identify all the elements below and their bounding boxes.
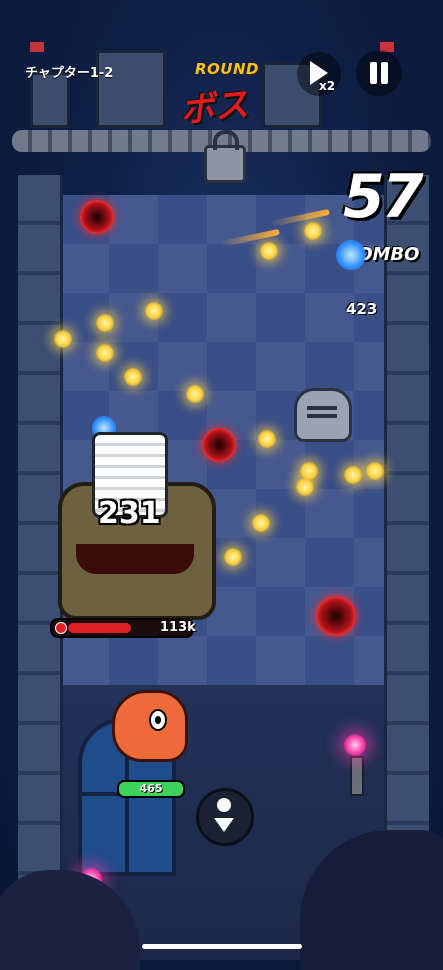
blue-spirit-flame bbox=[336, 240, 366, 270]
ball bbox=[366, 462, 384, 480]
boss-health-bar: 113k bbox=[50, 618, 196, 638]
boss-mouth bbox=[76, 544, 194, 574]
ball-dot-icon bbox=[217, 798, 231, 812]
home-indicator[interactable] bbox=[142, 944, 302, 949]
player-health-bar: 465 bbox=[117, 780, 185, 798]
ball bbox=[96, 314, 114, 332]
boss-health-icon bbox=[55, 622, 67, 634]
ball bbox=[186, 385, 204, 403]
enemy-fireball bbox=[316, 596, 356, 636]
ball bbox=[252, 514, 270, 532]
enemy-fireball bbox=[80, 200, 114, 234]
castle-flag bbox=[30, 42, 44, 52]
ball bbox=[258, 430, 276, 448]
launch-button[interactable] bbox=[196, 788, 254, 846]
ball bbox=[260, 242, 278, 260]
chapter-label: チャプター1-2 bbox=[25, 66, 114, 81]
round-value-boss: ボス bbox=[178, 84, 251, 132]
player-dragon-character bbox=[112, 690, 188, 762]
ball bbox=[224, 548, 242, 566]
damage-popup: 423 bbox=[346, 300, 378, 318]
ball bbox=[145, 302, 163, 320]
torch bbox=[350, 756, 364, 796]
speed-toggle-button[interactable]: x2 bbox=[297, 52, 341, 96]
speed-multiplier-label: x2 bbox=[319, 79, 336, 93]
knight-helmet-enemy bbox=[294, 388, 352, 442]
pause-button[interactable] bbox=[356, 50, 402, 96]
round-label: ROUND bbox=[195, 60, 259, 78]
ball bbox=[344, 466, 362, 484]
enemy-fireball bbox=[202, 428, 236, 462]
padlock-icon bbox=[204, 130, 246, 183]
dragon-eye bbox=[149, 709, 167, 731]
ball bbox=[124, 368, 142, 386]
ball bbox=[304, 222, 322, 240]
player-health-value: 465 bbox=[139, 782, 163, 795]
boss-damage-popup: 231 bbox=[98, 496, 161, 531]
ball bbox=[54, 330, 72, 348]
drop-arrow-icon bbox=[214, 818, 234, 832]
ball bbox=[96, 344, 114, 362]
torch-flame bbox=[344, 734, 366, 756]
left-wall bbox=[18, 175, 63, 960]
boss-health-value: 113k bbox=[160, 620, 196, 635]
ball bbox=[296, 478, 314, 496]
boss-health-fill bbox=[68, 623, 131, 633]
combo-count: 57 bbox=[343, 162, 423, 232]
